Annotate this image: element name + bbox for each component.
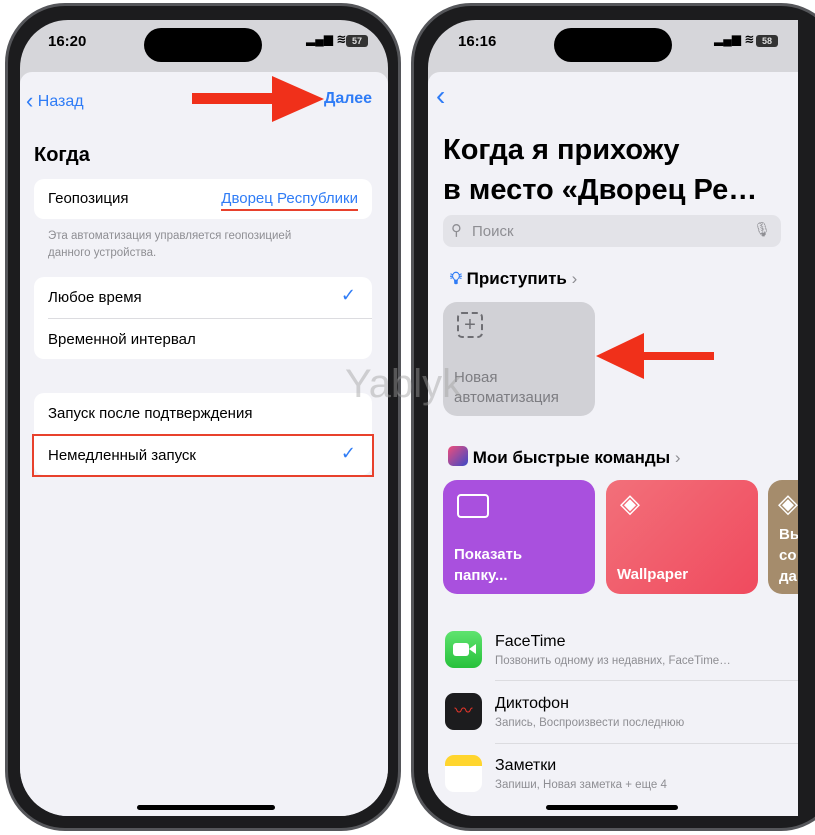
left-phone-screen: 16:20 ▂▄▆ ≋ 57 ‹ Назад Далее Когда Геопо… [20, 20, 388, 816]
time-options-card: Любое время ✓ Временной интервал [34, 277, 372, 359]
location-card[interactable]: Геопозиция Дворец Республики [34, 179, 372, 219]
status-time: 16:16 [458, 33, 497, 50]
shortcut-partial[interactable]: ◈ Вы со да [768, 480, 798, 594]
layers-icon: ◈ [778, 488, 798, 518]
location-label: Геопозиция [48, 190, 129, 207]
home-indicator [546, 805, 678, 810]
search-placeholder: Поиск [472, 223, 514, 240]
folder-icon [457, 494, 489, 518]
facetime-icon [445, 631, 482, 668]
battery-indicator: 58 [756, 35, 778, 47]
my-shortcuts-header[interactable]: Мои быстрые команды › [448, 446, 681, 468]
option-ask-before-run[interactable]: Запуск после подтверждения [48, 405, 252, 422]
signal-wifi-icon: ▂▄▆ ≋ [306, 32, 347, 46]
chevron-left-icon: ‹ [26, 88, 34, 113]
new-automation-tile[interactable]: + Новая автоматизация [443, 302, 595, 416]
notes-icon [445, 755, 482, 792]
back-button[interactable]: ‹ Назад [26, 88, 84, 114]
shortcuts-sheet: ‹ Когда я прихожу в место «Дворец Ре… ⚲ П… [428, 72, 798, 816]
signal-wifi-icon: ▂▄▆ ≋ [714, 32, 755, 46]
chevron-right-icon: › [674, 448, 681, 467]
shortcut-show-folder[interactable]: Показать папку... [443, 480, 595, 594]
divider [48, 318, 372, 319]
microphone-icon[interactable]: 🎙 [753, 221, 771, 238]
right-phone-screen: 16:16 ▂▄▆ ≋ 58 ‹ Когда я прихожу в место … [428, 20, 798, 816]
option-time-interval[interactable]: Временной интервал [48, 331, 196, 348]
divider [495, 680, 798, 681]
app-row-facetime[interactable]: FaceTime Позвонить одному из недавних, F… [428, 630, 798, 690]
dynamic-island [554, 28, 672, 62]
chevron-right-icon: › [571, 269, 578, 288]
back-button[interactable]: ‹ [436, 80, 445, 112]
shortcut-wallpaper[interactable]: ◈ Wallpaper [606, 480, 758, 594]
page-title: Когда я прихожу в место «Дворец Ре… [443, 134, 758, 206]
option-any-time[interactable]: Любое время [48, 289, 142, 306]
location-value[interactable]: Дворец Республики [221, 190, 358, 211]
highlight-box [32, 434, 374, 477]
get-started-header[interactable]: 💡︎ Приступить › [450, 269, 577, 289]
next-button[interactable]: Далее [324, 90, 372, 108]
app-row-voice-memos[interactable]: 〰 Диктофон Запись, Воспроизвести последн… [428, 693, 798, 753]
search-icon: ⚲ [451, 222, 462, 239]
watermark: Yablyk [345, 362, 463, 406]
layers-icon: ◈ [620, 488, 640, 518]
red-arrow-left [596, 333, 714, 379]
divider [495, 743, 798, 744]
voice-memos-icon: 〰 [445, 693, 482, 730]
add-dashed-icon: + [457, 312, 483, 338]
home-indicator [137, 805, 275, 810]
search-input[interactable]: ⚲ Поиск 🎙 [443, 215, 781, 247]
dynamic-island [144, 28, 262, 62]
automation-sheet: ‹ Назад Далее Когда Геопозиция Дворец Ре… [20, 72, 388, 816]
checkmark-icon: ✓ [340, 285, 356, 305]
shortcuts-app-icon [448, 446, 468, 466]
footnote: Эта автоматизация управляется геопозицие… [48, 230, 292, 259]
status-time: 16:20 [48, 33, 87, 50]
battery-indicator: 57 [346, 35, 368, 47]
red-arrow-right [192, 76, 324, 122]
lightbulb-icon: 💡︎ [450, 269, 462, 288]
section-title: Когда [34, 144, 90, 166]
